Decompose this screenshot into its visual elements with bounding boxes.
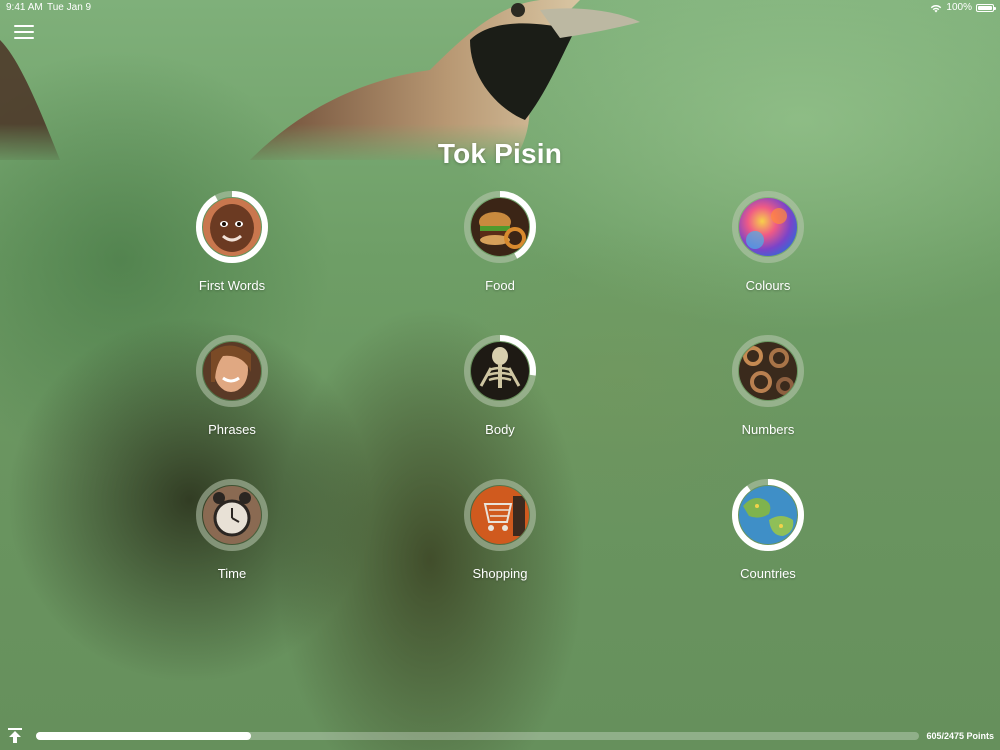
alarm-clock-image [203, 486, 261, 544]
bottom-bar: 605/2475 Points [0, 722, 1000, 750]
topic-circle [195, 334, 269, 408]
topic-label: Food [485, 278, 515, 293]
topic-circle [731, 478, 805, 552]
topic-label: Countries [740, 566, 796, 581]
total-progress-bar [36, 732, 919, 740]
child-face-image [203, 198, 261, 256]
topic-countries[interactable]: Countries [683, 478, 853, 582]
topic-time[interactable]: Time [147, 478, 317, 582]
topic-circle [731, 334, 805, 408]
upload-icon[interactable] [8, 728, 22, 744]
topic-circle [463, 190, 537, 264]
topic-label: Numbers [741, 422, 795, 437]
topic-label: Colours [745, 278, 791, 293]
topic-label: Shopping [472, 566, 528, 581]
topic-label: Phrases [208, 422, 256, 437]
topic-body[interactable]: Body [415, 334, 585, 438]
metal-numbers-image [739, 342, 797, 400]
shopping-cart-image [471, 486, 529, 544]
topic-circle [463, 334, 537, 408]
total-progress-fill [36, 732, 252, 740]
topic-colours[interactable]: Colours [683, 190, 853, 294]
topic-shopping[interactable]: Shopping [415, 478, 585, 582]
topic-circle [195, 190, 269, 264]
topic-label: First Words [198, 278, 266, 293]
topic-food[interactable]: Food [415, 190, 585, 294]
topic-numbers[interactable]: Numbers [683, 334, 853, 438]
topic-circle [195, 478, 269, 552]
topic-circle [463, 478, 537, 552]
topic-first-words[interactable]: First Words [147, 190, 317, 294]
smiling-woman-image [203, 342, 261, 400]
burger-image [471, 198, 529, 256]
topic-label: Time [217, 566, 247, 581]
topic-label: Body [485, 422, 515, 437]
topic-grid: First Words Food Colours Phrases Body Nu… [0, 0, 1000, 750]
points-label: 605/2475 Points [926, 731, 994, 741]
topic-circle [731, 190, 805, 264]
topic-phrases[interactable]: Phrases [147, 334, 317, 438]
color-splash-image [739, 198, 797, 256]
world-map-image [739, 486, 797, 544]
skeleton-image [471, 342, 529, 400]
